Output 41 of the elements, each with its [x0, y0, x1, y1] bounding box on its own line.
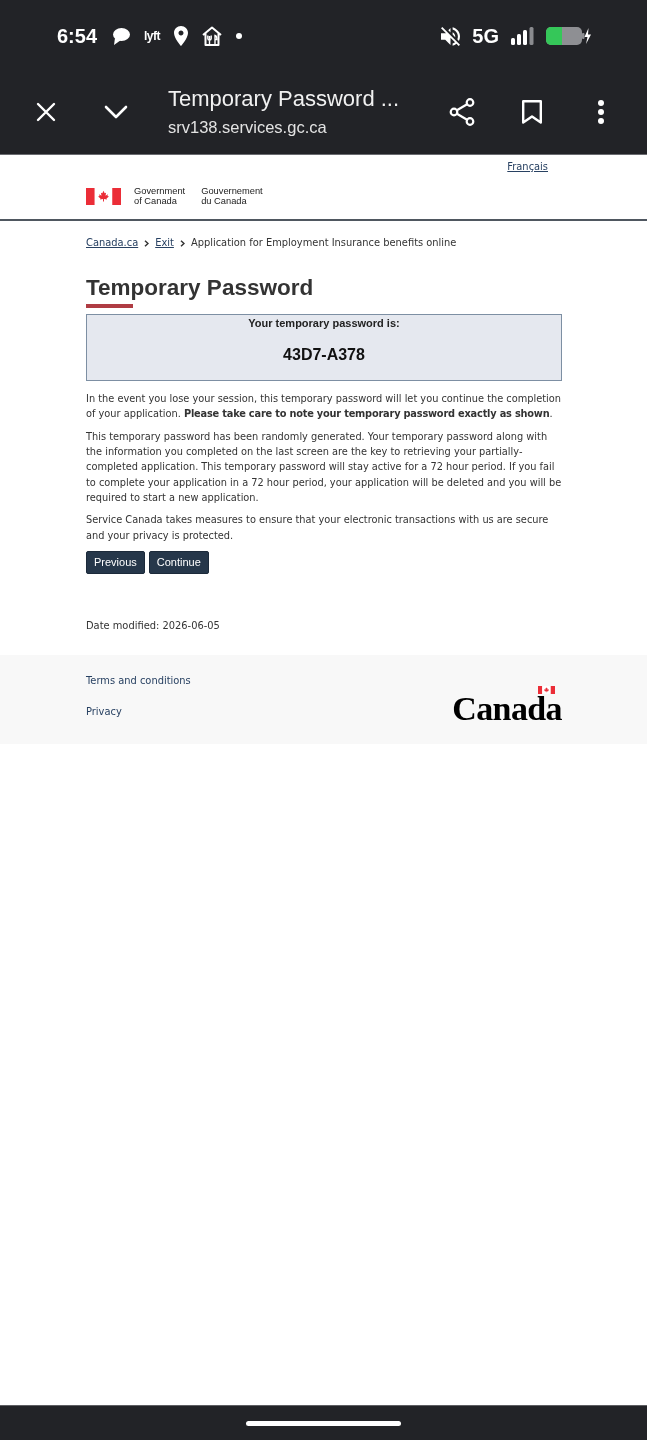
chat-bubble-icon	[111, 27, 131, 45]
page-heading: Temporary Password	[86, 274, 315, 302]
flag-icon	[86, 188, 121, 205]
date-modified: Date modified: 2026-06-05	[86, 618, 221, 633]
government-name-english: Government of Canada	[134, 187, 186, 206]
breadcrumb-link[interactable]: Canada.ca	[86, 236, 139, 250]
body-paragraph: Service Canada takes measures to ensure that your electronic transactions with us are secure and your privacy is protected.	[86, 513, 550, 543]
footer-link[interactable]: Privacy	[86, 704, 191, 719]
chevron-right-icon	[179, 239, 185, 247]
previous-button[interactable]: Previous	[86, 550, 145, 574]
home-indicator[interactable]	[246, 1420, 401, 1426]
signal-strength-icon	[511, 27, 534, 45]
password-label: Your temporary password is:	[248, 316, 400, 330]
chevron-right-icon	[144, 239, 150, 247]
more-options-icon[interactable]	[597, 99, 605, 125]
chevron-down-icon[interactable]	[104, 105, 128, 119]
flag-icon	[538, 685, 555, 694]
share-icon[interactable]	[449, 98, 475, 126]
continue-button[interactable]: Continue	[148, 550, 209, 574]
location-pin-icon	[174, 26, 189, 46]
temporary-password: 43D7-A378	[283, 345, 365, 365]
heading-accent-bar	[86, 304, 133, 308]
breadcrumb-current-page: Application for Employment Insurance benefits online	[190, 236, 457, 250]
language-link[interactable]: Français	[507, 161, 548, 173]
clock-time: 6:54	[57, 24, 98, 48]
breadcrumb-link[interactable]: Exit	[155, 236, 174, 250]
bookmark-icon[interactable]	[521, 99, 543, 125]
url-text[interactable]: srv138.services.gc.ca	[168, 117, 449, 137]
footer-link[interactable]: Terms and conditions	[86, 673, 191, 688]
body-paragraph: In the event you lose your session, this temporary password will let you continue the completion of your application. Please take care to note your temporary password exactly as shown.	[86, 392, 563, 422]
house-utensils-icon	[202, 26, 223, 46]
close-icon[interactable]	[36, 102, 56, 122]
tab-title: Temporary Password ...	[168, 87, 401, 111]
app-notification-label: lyft	[144, 29, 161, 43]
government-name-french: Gouvernement du Canada	[201, 187, 263, 206]
body-paragraph: This temporary password has been randomly generated. Your temporary password along with the information you completed on the last screen are the key to retrieving your partially-completed application. This temporary password will stay active for a 72 hour period. If you fail to complete your application in a 72 hour period, your application will be deleted and you will be required to start a new application.	[86, 429, 563, 505]
network-type-label: 5G	[472, 24, 499, 48]
battery-charging-icon	[546, 26, 591, 46]
notification-dot-icon	[236, 33, 243, 39]
canada-wordmark: Canada	[452, 694, 562, 722]
muted-speaker-icon	[441, 26, 461, 46]
